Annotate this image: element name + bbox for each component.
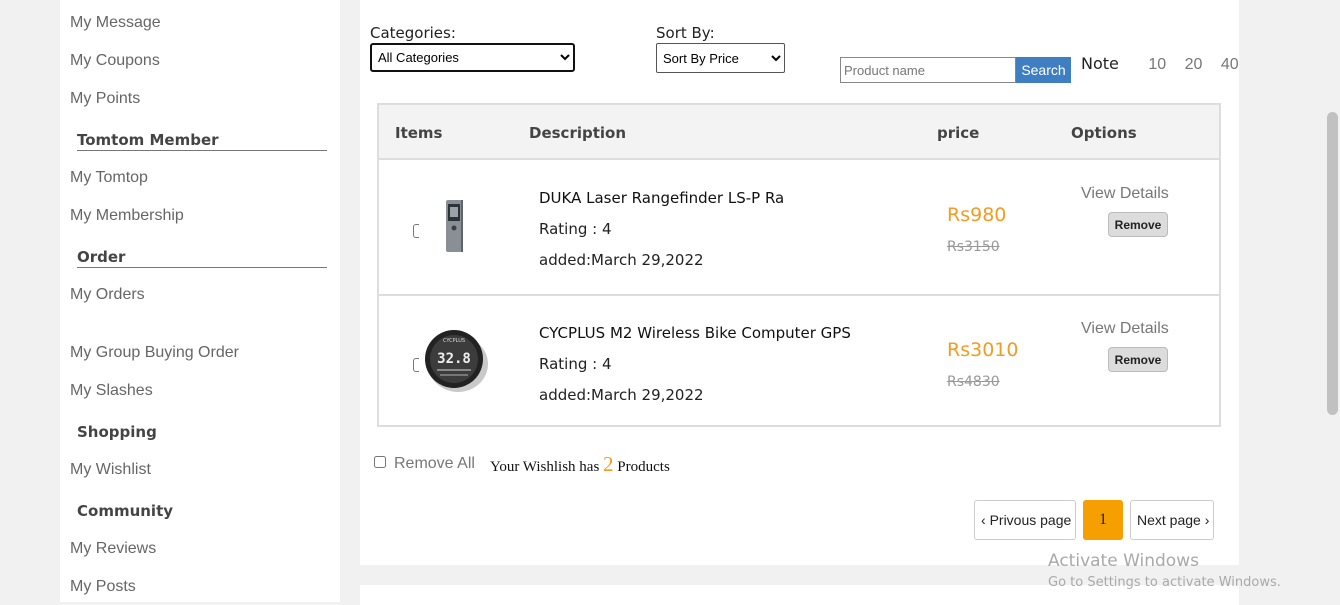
laser-rangefinder-icon[interactable] — [439, 196, 469, 256]
remove-all-checkbox[interactable] — [374, 456, 386, 468]
categories-label: Categories: — [370, 24, 456, 42]
chevron-right-icon: › — [1204, 512, 1210, 528]
page-size-20[interactable]: 20 — [1185, 56, 1203, 73]
product-old-price: Rs3150 — [947, 239, 1000, 255]
sidebar-link-my-tomtop[interactable]: My Tomtop — [70, 169, 148, 187]
activate-windows-watermark: Activate Windows Go to Settings to activ… — [1048, 551, 1281, 590]
page-size-40[interactable]: 40 — [1221, 56, 1239, 73]
sidebar-link-my-points[interactable]: My Points — [70, 90, 140, 108]
table-row: DUKA Laser Rangefinder LS-P Ra Rating : … — [379, 160, 1219, 296]
previous-page-button[interactable]: ‹ Privous page — [974, 500, 1076, 540]
header-description: Description — [529, 124, 627, 142]
sort-by-select[interactable]: Sort By Price — [656, 43, 785, 73]
chevron-left-icon: ‹ — [981, 512, 986, 528]
wishlist-count-prefix: Your Wishlish has — [490, 459, 600, 475]
sidebar-link-my-slashes[interactable]: My Slashes — [70, 382, 153, 400]
wishlist-count-suffix: Products — [617, 459, 670, 475]
account-sidebar: My Message My Coupons My Points Tomtom M… — [60, 0, 340, 602]
product-price: Rs980 — [947, 204, 1007, 226]
previous-page-label: Privous page — [989, 512, 1072, 528]
wishlist-count-text: Your Wishlish has 2 Products — [490, 452, 670, 477]
page-size-note-label: Note — [1081, 54, 1119, 73]
product-rating: Rating : 4 — [539, 355, 612, 373]
wishlist-panel: Categories: All Categories Sort By: Sort… — [360, 0, 1239, 565]
next-page-button[interactable]: Next page › — [1130, 500, 1214, 540]
sidebar-link-my-posts[interactable]: My Posts — [70, 578, 136, 596]
product-added-date: added:March 29,2022 — [539, 386, 704, 404]
sort-by-label: Sort By: — [656, 24, 715, 42]
watermark-title: Activate Windows — [1048, 551, 1199, 571]
bike-computer-icon[interactable]: CYCPLUS 32.8 — [423, 328, 489, 394]
next-page-label: Next page — [1137, 512, 1201, 528]
sidebar-link-my-coupons[interactable]: My Coupons — [70, 52, 160, 70]
view-details-link[interactable]: View Details — [1081, 320, 1169, 338]
header-items: Items — [395, 124, 443, 142]
header-options: Options — [1071, 124, 1137, 142]
header-price: price — [937, 124, 980, 142]
product-search-input[interactable] — [840, 57, 1016, 83]
product-added-date: added:March 29,2022 — [539, 251, 704, 269]
watermark-subtitle: Go to Settings to activate Windows. — [1048, 575, 1281, 590]
product-rating: Rating : 4 — [539, 220, 612, 238]
row-select-checkbox[interactable] — [413, 358, 419, 372]
page-scrollbar-thumb[interactable] — [1327, 112, 1338, 415]
product-name[interactable]: CYCPLUS M2 Wireless Bike Computer GPS — [539, 324, 851, 342]
sidebar-link-my-message[interactable]: My Message — [70, 14, 161, 32]
sidebar-heading-shopping: Shopping — [77, 423, 157, 441]
bike-computer-reading: 32.8 — [437, 351, 471, 367]
bike-computer-brand: CYCPLUS — [443, 338, 465, 344]
view-details-link[interactable]: View Details — [1081, 185, 1169, 203]
table-header: Items Description price Options — [379, 105, 1219, 160]
wishlist-table: Items Description price Options DUKA Las… — [377, 103, 1221, 427]
sidebar-link-my-membership[interactable]: My Membership — [70, 207, 184, 225]
sidebar-heading-order: Order — [77, 248, 327, 268]
current-page-button[interactable]: 1 — [1083, 500, 1123, 540]
product-name[interactable]: DUKA Laser Rangefinder LS-P Ra — [539, 189, 784, 207]
remove-all-label[interactable]: Remove All — [394, 455, 475, 473]
categories-select[interactable]: All Categories — [370, 43, 575, 72]
product-price: Rs3010 — [947, 339, 1019, 361]
page-size-10[interactable]: 10 — [1148, 56, 1166, 73]
wishlist-count-number: 2 — [603, 452, 614, 476]
row-select-checkbox[interactable] — [413, 224, 419, 238]
sidebar-link-my-orders[interactable]: My Orders — [70, 286, 145, 304]
sidebar-link-my-wishlist[interactable]: My Wishlist — [70, 461, 151, 479]
page-size-selector: Note 10 20 40 — [1081, 54, 1239, 74]
sidebar-link-my-group-buying-order[interactable]: My Group Buying Order — [70, 344, 239, 362]
table-row: CYCPLUS 32.8 CYCPLUS M2 Wireless Bike Co… — [379, 294, 1219, 428]
remove-button[interactable]: Remove — [1108, 347, 1168, 372]
search-button[interactable]: Search — [1016, 57, 1071, 83]
remove-button[interactable]: Remove — [1108, 212, 1168, 237]
sidebar-heading-tomtom-member: Tomtom Member — [77, 131, 327, 151]
sidebar-link-my-reviews[interactable]: My Reviews — [70, 540, 156, 558]
sidebar-heading-community: Community — [77, 502, 174, 520]
product-old-price: Rs4830 — [947, 374, 1000, 390]
